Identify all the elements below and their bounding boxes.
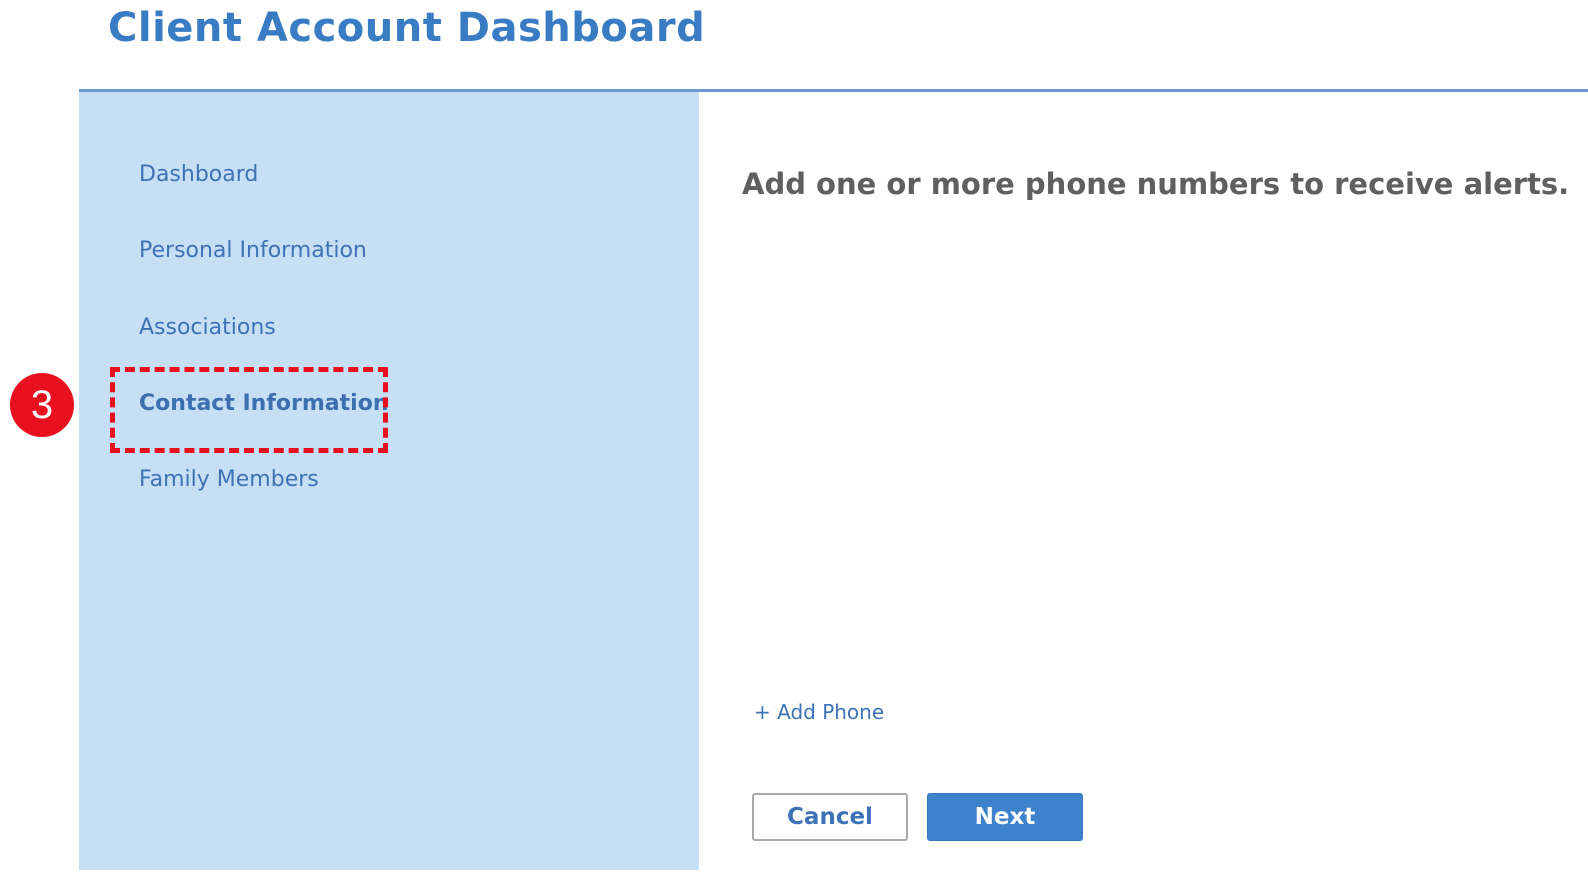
next-button[interactable]: Next (927, 793, 1083, 841)
add-phone-link[interactable]: + Add Phone (754, 698, 884, 726)
step-number-badge: 3 (10, 373, 74, 437)
page-title: Client Account Dashboard (108, 5, 706, 51)
sidebar-item-contact-information[interactable]: Contact Information (139, 389, 389, 419)
instructions-text: Add one or more phone numbers to receive… (742, 167, 1570, 201)
sidebar-nav: Dashboard Personal Information Associati… (79, 92, 699, 870)
sidebar-item-dashboard[interactable]: Dashboard (139, 160, 258, 190)
cancel-button[interactable]: Cancel (752, 793, 908, 841)
dashboard-page: Client Account Dashboard Dashboard Perso… (0, 0, 1588, 881)
sidebar-item-personal-information[interactable]: Personal Information (139, 236, 367, 266)
sidebar-item-family-members[interactable]: Family Members (139, 465, 319, 495)
sidebar-item-associations[interactable]: Associations (139, 313, 276, 343)
main-content: Add one or more phone numbers to receive… (699, 92, 1588, 870)
